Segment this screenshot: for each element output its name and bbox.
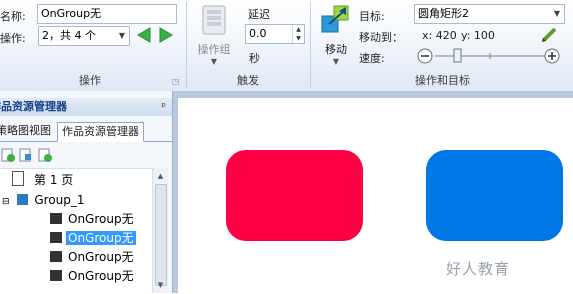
pin-icon[interactable]: ᵖ: [161, 98, 166, 116]
op-combo-value: 2，共 4 个: [42, 29, 96, 42]
tree-item-action[interactable]: OnGroup无: [50, 267, 136, 286]
chevron-down-icon: ▼: [210, 57, 218, 66]
tab-explorer[interactable]: 作品资源管理器: [57, 122, 144, 142]
arrow-left-icon: [137, 27, 151, 43]
scroll-up-icon[interactable]: ▲: [153, 169, 168, 183]
group-title-action-target: 操作和目标: [415, 74, 470, 87]
speed-slider[interactable]: [416, 46, 566, 66]
target-label: 目标:: [359, 10, 385, 23]
speed-label: 速度:: [359, 52, 385, 65]
tree-item-action[interactable]: OnGroup无: [50, 210, 136, 229]
arrow-right-icon: [159, 27, 173, 43]
moveto-label: 移动到：: [359, 31, 403, 44]
dialog-launcher-icon[interactable]: ◳: [172, 77, 180, 86]
tree-scrollbar[interactable]: ▲ ▼: [152, 168, 168, 293]
scroll-down-icon[interactable]: ▼: [153, 278, 168, 292]
tree-item-action[interactable]: OnGroup无: [50, 248, 136, 267]
move-button[interactable]: 移动 ▼: [316, 2, 356, 67]
next-action-button[interactable]: [157, 26, 175, 44]
import-icon[interactable]: [19, 148, 33, 162]
move-icon: [321, 5, 349, 33]
group-separator: [186, 2, 187, 88]
group-separator: [310, 2, 311, 88]
delay-value: 0.0: [249, 27, 267, 40]
add-item-icon[interactable]: [38, 148, 52, 162]
chevron-down-icon: ▼: [553, 9, 561, 18]
clapper-icon: [50, 270, 62, 281]
spin-up-icon[interactable]: ▲: [293, 25, 304, 34]
watermark-text: 好人教育: [446, 260, 511, 278]
action-group-icon: [202, 5, 226, 35]
rounded-rect-1[interactable]: [226, 150, 363, 241]
op-label: 操作:: [0, 32, 26, 45]
rounded-rect-2[interactable]: [426, 150, 563, 241]
expand-collapse-icon[interactable]: ⊟: [2, 197, 10, 207]
name-field[interactable]: OnGroup无: [37, 4, 177, 24]
clapper-icon: [50, 251, 62, 262]
x-coordinate: x: 420: [422, 29, 457, 42]
tree-item-group[interactable]: ⊟ Group_1: [2, 191, 87, 210]
clapper-icon: [50, 213, 62, 224]
spin-down-icon[interactable]: ▼: [293, 34, 304, 43]
name-label: 名称:: [0, 10, 26, 23]
explorer-panel: 作品资源管理器 ᵖ 策略图视图 作品资源管理器 第 1 页 ⊟ Group_1 …: [0, 91, 173, 294]
pencil-icon[interactable]: [541, 25, 559, 43]
ribbon: 名称: OnGroup无 操作: 2，共 4 个 ▼ 操作 ◳ 操作组 ▼ 延迟…: [0, 0, 573, 92]
page-icon: [12, 171, 24, 186]
seconds-label: 秒: [249, 52, 260, 65]
add-page-icon[interactable]: [1, 148, 15, 162]
panel-title-bar: 作品资源管理器 ᵖ: [0, 98, 172, 116]
action-group-label: 操作组: [197, 43, 231, 56]
chevron-down-icon: ▼: [118, 31, 126, 40]
explorer-tree: 第 1 页 ⊟ Group_1 OnGroup无 OnGroup无 OnGrou…: [0, 168, 152, 294]
scroll-thumb[interactable]: [155, 184, 167, 286]
panel-tabs: 策略图视图 作品资源管理器: [0, 122, 172, 142]
clapper-icon: [50, 232, 62, 243]
group-title-trigger: 触发: [237, 74, 259, 87]
action-group-button[interactable]: 操作组 ▼: [194, 4, 234, 67]
delay-input[interactable]: 0.0 ▲ ▼: [245, 24, 305, 44]
y-coordinate: y: 100: [461, 29, 495, 42]
op-combo[interactable]: 2，共 4 个 ▼: [38, 26, 130, 46]
target-value: 圆角矩形2: [418, 7, 469, 20]
move-label: 移动: [325, 43, 347, 56]
tree-item-page[interactable]: 第 1 页: [12, 171, 75, 190]
chevron-down-icon: ▼: [332, 57, 340, 66]
group-icon: [17, 194, 29, 205]
delay-spinner[interactable]: ▲ ▼: [292, 25, 304, 43]
stage[interactable]: [178, 98, 573, 293]
previous-action-button[interactable]: [135, 26, 153, 44]
target-combo[interactable]: 圆角矩形2 ▼: [414, 4, 565, 24]
tree-item-action-selected[interactable]: OnGroup无: [50, 229, 136, 248]
tab-storyboard[interactable]: 策略图视图: [0, 122, 55, 140]
delay-label: 延迟: [248, 8, 270, 21]
panel-title: 作品资源管理器: [0, 100, 67, 113]
group-title-action: 操作: [79, 74, 101, 87]
slider-thumb: [453, 48, 462, 63]
